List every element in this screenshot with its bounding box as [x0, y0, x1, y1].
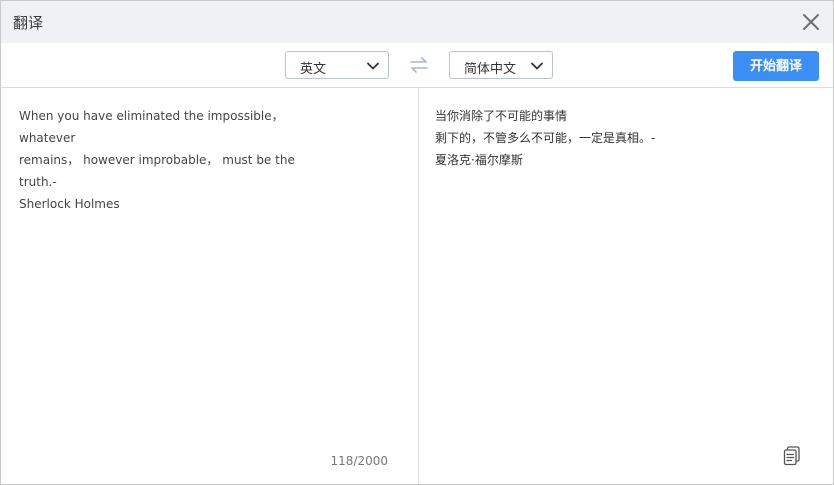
source-text-pane[interactable]: When you have eliminated the impossible，…: [1, 88, 419, 484]
target-language-label: 简体中文: [464, 62, 517, 77]
target-language-select[interactable]: 简体中文: [449, 51, 553, 79]
titlebar: 翻译: [1, 1, 833, 43]
character-count: 118/2000: [330, 454, 389, 468]
chevron-down-icon: [530, 59, 544, 73]
translation-result-pane: 当你消除了不可能的事情 剩下的，不管多么不可能，一定是真相。- 夏洛克·福尔摩斯: [419, 88, 833, 484]
dialog-title: 翻译: [13, 14, 44, 32]
chevron-down-icon: [366, 59, 380, 73]
translation-result-text: 当你消除了不可能的事情 剩下的，不管多么不可能，一定是真相。- 夏洛克·福尔摩斯: [435, 109, 656, 167]
translate-dialog: 翻译 英文 简体中文 开始翻译 When you have eliminated…: [0, 0, 834, 485]
close-icon[interactable]: [801, 12, 821, 32]
copy-icon[interactable]: [783, 446, 801, 466]
source-text-input[interactable]: When you have eliminated the impossible，…: [19, 105, 319, 215]
source-language-label: 英文: [300, 62, 327, 77]
source-language-select[interactable]: 英文: [285, 51, 389, 79]
language-toolbar: 英文 简体中文 开始翻译: [1, 43, 833, 88]
swap-arrows-icon[interactable]: [408, 55, 430, 75]
start-translate-button[interactable]: 开始翻译: [733, 51, 819, 81]
